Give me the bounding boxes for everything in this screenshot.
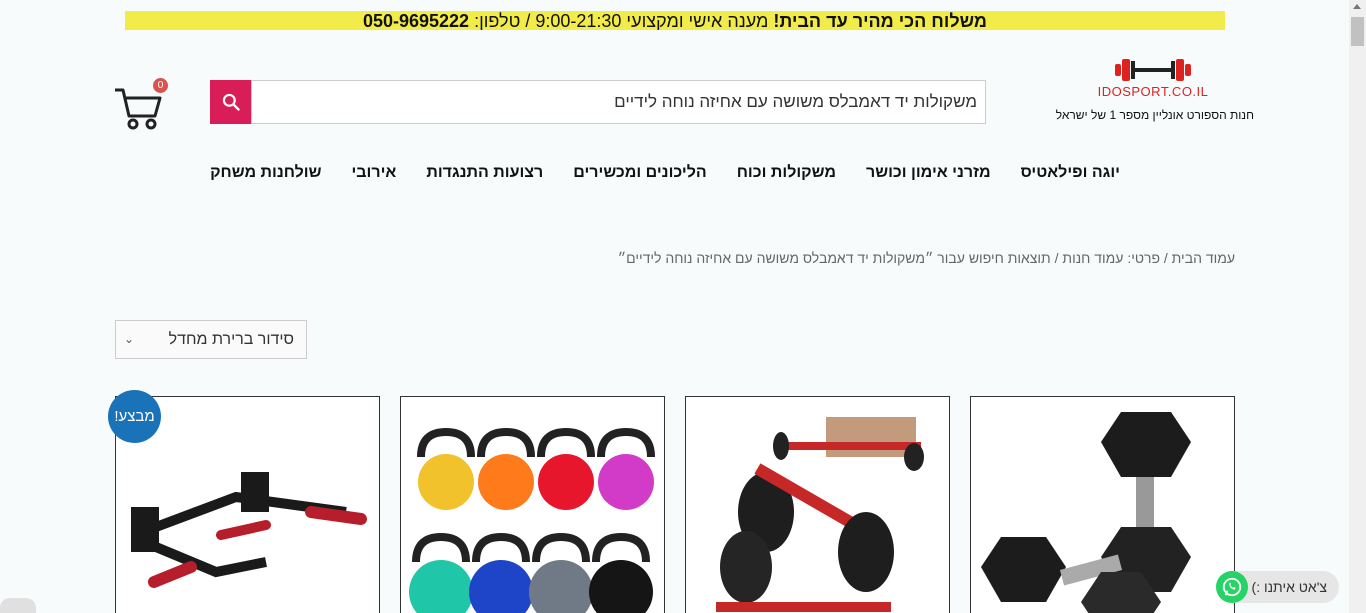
promo-phone[interactable]: 050-9695222 xyxy=(363,11,469,30)
product-card-adjustable-dumbbells[interactable] xyxy=(685,396,950,613)
nav-item-mats[interactable]: מזרני אימון וכושר xyxy=(851,163,1006,183)
site-logo[interactable]: IDOSPORT.CO.IL חנות הספורט אונליין מספר … xyxy=(1048,56,1258,124)
product-image xyxy=(686,397,949,613)
sort-select[interactable]: סידור ברירת מחדל ⌄ xyxy=(115,320,307,359)
accessibility-widget[interactable] xyxy=(0,598,36,613)
nav-item-yoga[interactable]: יוגה ופילאטיס xyxy=(1006,163,1135,183)
search-icon xyxy=(222,93,240,111)
cart-count-badge: 0 xyxy=(153,78,168,93)
logo-tagline: חנות הספורט אונליין מספר 1 של ישראל xyxy=(1055,108,1254,122)
breadcrumb: עמוד הבית / פרטי: עמוד חנות / תוצאות חיפ… xyxy=(617,250,1235,266)
scroll-up-arrow-icon[interactable] xyxy=(1353,4,1361,9)
product-card-kettlebells[interactable] xyxy=(400,396,665,613)
product-card-dumbbells-hex[interactable] xyxy=(970,396,1235,613)
logo-text: IDOSPORT.CO.IL xyxy=(1097,84,1209,99)
search-input[interactable] xyxy=(251,80,986,124)
chat-label: צ'אט איתנו :) xyxy=(1251,579,1327,595)
search-button[interactable] xyxy=(210,80,251,124)
sort-selected: סידור ברירת מחדל xyxy=(168,331,294,348)
sale-badge: מבצע! xyxy=(108,390,161,443)
nav-item-treadmills[interactable]: הליכונים ומכשירים xyxy=(558,163,721,183)
promo-bar: משלוח הכי מהיר עד הבית! מענה אישי ומקצוע… xyxy=(125,11,1225,30)
page-scrollbar[interactable] xyxy=(1349,0,1366,613)
product-image xyxy=(971,397,1234,613)
scroll-thumb[interactable] xyxy=(1351,17,1364,46)
dumbbell-icon xyxy=(1115,59,1191,81)
main-nav: יוגה ופילאטיס מזרני אימון וכושר משקולות … xyxy=(195,163,1135,183)
whatsapp-icon xyxy=(1216,571,1248,603)
promo-text: מענה אישי ומקצועי 9:00-21:30 / טלפון: xyxy=(469,11,774,30)
chevron-down-icon: ⌄ xyxy=(124,332,135,346)
nav-item-bands[interactable]: רצועות התנגדות xyxy=(411,163,558,183)
nav-item-weights[interactable]: משקולות וכוח xyxy=(722,163,851,183)
nav-item-game-tables[interactable]: שולחנות משחק xyxy=(195,163,336,183)
promo-bold: משלוח הכי מהיר עד הבית! xyxy=(773,11,988,30)
nav-item-aerobic[interactable]: אירובי xyxy=(336,163,411,183)
whatsapp-chat-button[interactable]: צ'אט איתנו :) xyxy=(1216,571,1339,603)
product-image xyxy=(401,397,664,613)
